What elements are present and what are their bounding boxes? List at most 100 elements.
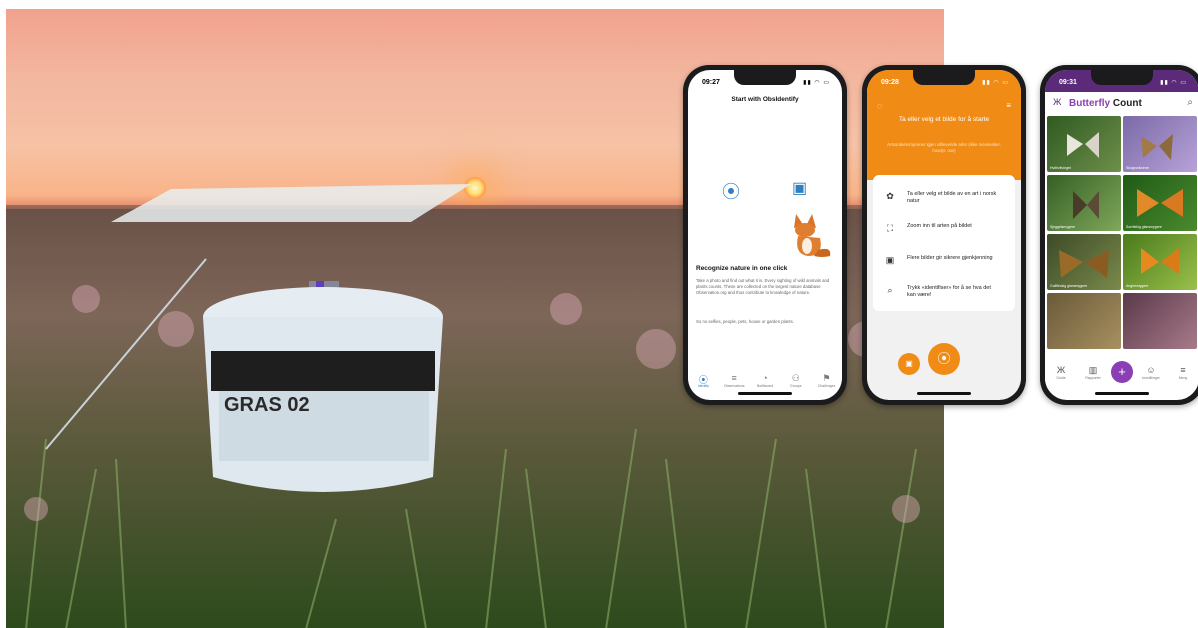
status-time: 09:27 xyxy=(702,79,720,86)
signal-icons: ▮▮ ◠ ▭ xyxy=(1160,80,1187,86)
title-part2: Count xyxy=(1112,98,1142,109)
home-indicator xyxy=(917,392,971,395)
app-logo-icon[interactable]: ◌ xyxy=(877,101,882,111)
nav-label: Groups xyxy=(790,384,802,388)
nav-label: Guide xyxy=(1056,375,1066,380)
nav-notifications[interactable]: ◔ Notifiscard xyxy=(751,373,779,388)
nav-reports[interactable]: ▥ Rapporter xyxy=(1079,365,1107,380)
species-tile[interactable]: Sorrtlekig glansmygere xyxy=(1123,175,1197,231)
bug-icon: ✿ xyxy=(886,191,894,201)
phone-screen: 09:31 ▮▮ ◠ ▭ Ж Butterfly Count ⌕ Hvithvi… xyxy=(1045,70,1198,400)
tip-text: Trykk «identifiser» for å se hva det kan… xyxy=(907,285,991,298)
phone-obsidentify: 09:27 ▮▮ ◠ ▭ Start with ObsIdentify ⦿ ▣ … xyxy=(683,65,847,405)
zoom-icon: ⛶ xyxy=(886,223,894,233)
nav-label: Observations xyxy=(723,384,745,388)
tip-text: Zoom inn til arten på bildet xyxy=(907,223,972,229)
nav-label: Identify xyxy=(697,384,710,388)
species-tile[interactable]: Anglesmygere xyxy=(1123,234,1197,290)
user-icon: ☺ xyxy=(1146,364,1156,375)
home-indicator xyxy=(738,392,792,395)
menu-icon[interactable]: ≡ xyxy=(1006,101,1011,110)
tips-card: ✿ Ta eller velg et bilde av en art i nor… xyxy=(873,175,1015,311)
nav-label: Rapporter xyxy=(1085,375,1101,380)
signal-icons: ▮▮ ◠ ▭ xyxy=(982,80,1009,86)
trap-roof xyxy=(111,184,471,222)
phone-artsorakel: 09:28 ▮▮ ◠ ▭ ◌ ≡ Ta eller velg et bilde … xyxy=(862,65,1026,405)
nav-observations[interactable]: ≡ Observations xyxy=(720,373,748,388)
butterfly-photo xyxy=(1073,191,1099,219)
species-tile[interactable]: Sjeggelsmygere xyxy=(1047,175,1121,231)
phone-notch xyxy=(734,70,796,85)
images-icon: ▣ xyxy=(885,255,895,265)
add-count-button[interactable]: + xyxy=(1111,361,1133,383)
bottom-nav: Ж Guide ▥ Rapporter + ☺ Innstillinger ≡ … xyxy=(1045,354,1198,390)
butterfly-photo xyxy=(1059,250,1109,278)
tip-item: ⌕ Trykk «identifiser» for å se hva det k… xyxy=(883,285,997,299)
screen-header: Start with ObsIdentify xyxy=(731,96,799,103)
camera-icon[interactable]: ⦿ xyxy=(722,178,740,204)
menu-icon: ≡ xyxy=(1180,364,1186,375)
butterfly-photo xyxy=(1137,189,1183,217)
signal-icons: ▮▮ ◠ ▭ xyxy=(803,80,830,86)
chart-icon: ▥ xyxy=(1088,364,1098,375)
screen-note: So no selfies, people, pets, house or ga… xyxy=(696,319,794,324)
status-time: 09:28 xyxy=(881,79,899,86)
fox-illustration xyxy=(794,214,831,257)
gallery-button[interactable]: ▣ xyxy=(898,353,920,375)
screen-body: Take a photo and find out what it is. Ev… xyxy=(696,278,830,295)
nav-guide[interactable]: Ж Guide xyxy=(1047,365,1075,380)
trap-label: GRAS 02 xyxy=(224,394,310,416)
species-grid: Hvithvitvinget Skogsvoksene Sjeggelsmyge… xyxy=(1047,116,1197,349)
app-title: Butterfly Count xyxy=(1069,98,1142,109)
phone-screen: 09:27 ▮▮ ◠ ▭ Start with ObsIdentify ⦿ ▣ … xyxy=(688,70,842,400)
species-tile[interactable] xyxy=(1123,293,1197,349)
status-time: 09:31 xyxy=(1059,79,1077,86)
phone-notch xyxy=(1091,70,1153,85)
camera-icon: ⦿ xyxy=(698,375,708,385)
flag-icon: ⚑ xyxy=(822,373,831,383)
tile-caption: Sjeggelsmygere xyxy=(1050,225,1076,229)
nav-settings[interactable]: ☺ Innstillinger xyxy=(1137,365,1165,380)
orange-header xyxy=(867,70,1021,180)
species-tile[interactable]: Hvithvitvinget xyxy=(1047,116,1121,172)
group-icon: ⚇ xyxy=(791,373,800,383)
nav-label: Meny xyxy=(1178,375,1188,380)
species-tile[interactable]: Gullfleckig glansmygere xyxy=(1047,234,1121,290)
species-tile[interactable]: Skogsvoksene xyxy=(1123,116,1197,172)
species-tile[interactable] xyxy=(1047,293,1121,349)
tip-item: ⛶ Zoom inn til arten på bildet xyxy=(883,223,997,233)
home-indicator xyxy=(1095,392,1149,395)
butterfly-icon: Ж xyxy=(1056,364,1066,375)
nav-menu[interactable]: ≡ Meny xyxy=(1169,365,1197,380)
tile-caption: Gullfleckig glansmygere xyxy=(1050,284,1088,288)
tip-text: Ta eller velg et bilde av en art i norsk… xyxy=(907,191,997,204)
gallery-icon[interactable]: ▣ xyxy=(792,178,807,198)
phone-butterfly-count: 09:31 ▮▮ ◠ ▭ Ж Butterfly Count ⌕ Hvithvi… xyxy=(1040,65,1198,405)
app-header: Ж Butterfly Count ⌕ xyxy=(1045,92,1198,116)
list-icon: ≡ xyxy=(731,373,737,383)
tile-caption: Skogsvoksene xyxy=(1126,166,1149,170)
nav-identify[interactable]: ⦿ Identify xyxy=(689,373,717,388)
camera-button[interactable]: ⦿ xyxy=(928,343,960,375)
nav-groups[interactable]: ⚇ Groups xyxy=(782,373,810,388)
nav-label: Innstillinger xyxy=(1142,375,1160,380)
phone-notch xyxy=(913,70,975,85)
tile-caption: Anglesmygere xyxy=(1126,284,1149,288)
nav-challenges[interactable]: ⚑ Challenges xyxy=(813,373,841,388)
tip-text: Flere bilder gir sikrere gjenkjenning xyxy=(907,255,993,261)
tip-item: ▣ Flere bilder gir sikrere gjenkjenning xyxy=(883,255,997,265)
bell-icon: ◔ xyxy=(762,373,768,383)
butterfly-photo xyxy=(1141,134,1173,160)
bottom-nav: ⦿ Identify ≡ Observations ◔ Notifiscard … xyxy=(688,373,842,388)
phone-screen: 09:28 ▮▮ ◠ ▭ ◌ ≡ Ta eller velg et bilde … xyxy=(867,70,1021,400)
nav-label: Notifiscard xyxy=(756,384,774,388)
butterfly-photo xyxy=(1067,132,1099,158)
screen-title: Ta eller velg et bilde for å starte xyxy=(898,116,990,123)
tip-item: ✿ Ta eller velg et bilde av en art i nor… xyxy=(883,191,997,205)
search-icon: ⌕ xyxy=(887,285,893,295)
search-icon[interactable]: ⌕ xyxy=(1187,97,1193,108)
tile-caption: Sorrtlekig glansmygere xyxy=(1126,225,1162,229)
tile-caption: Hvithvitvinget xyxy=(1050,166,1071,170)
nav-label: Challenges xyxy=(817,384,836,388)
screen-subtitle: Artsorakelet kjenner igjen viltlevende a… xyxy=(887,142,1001,153)
